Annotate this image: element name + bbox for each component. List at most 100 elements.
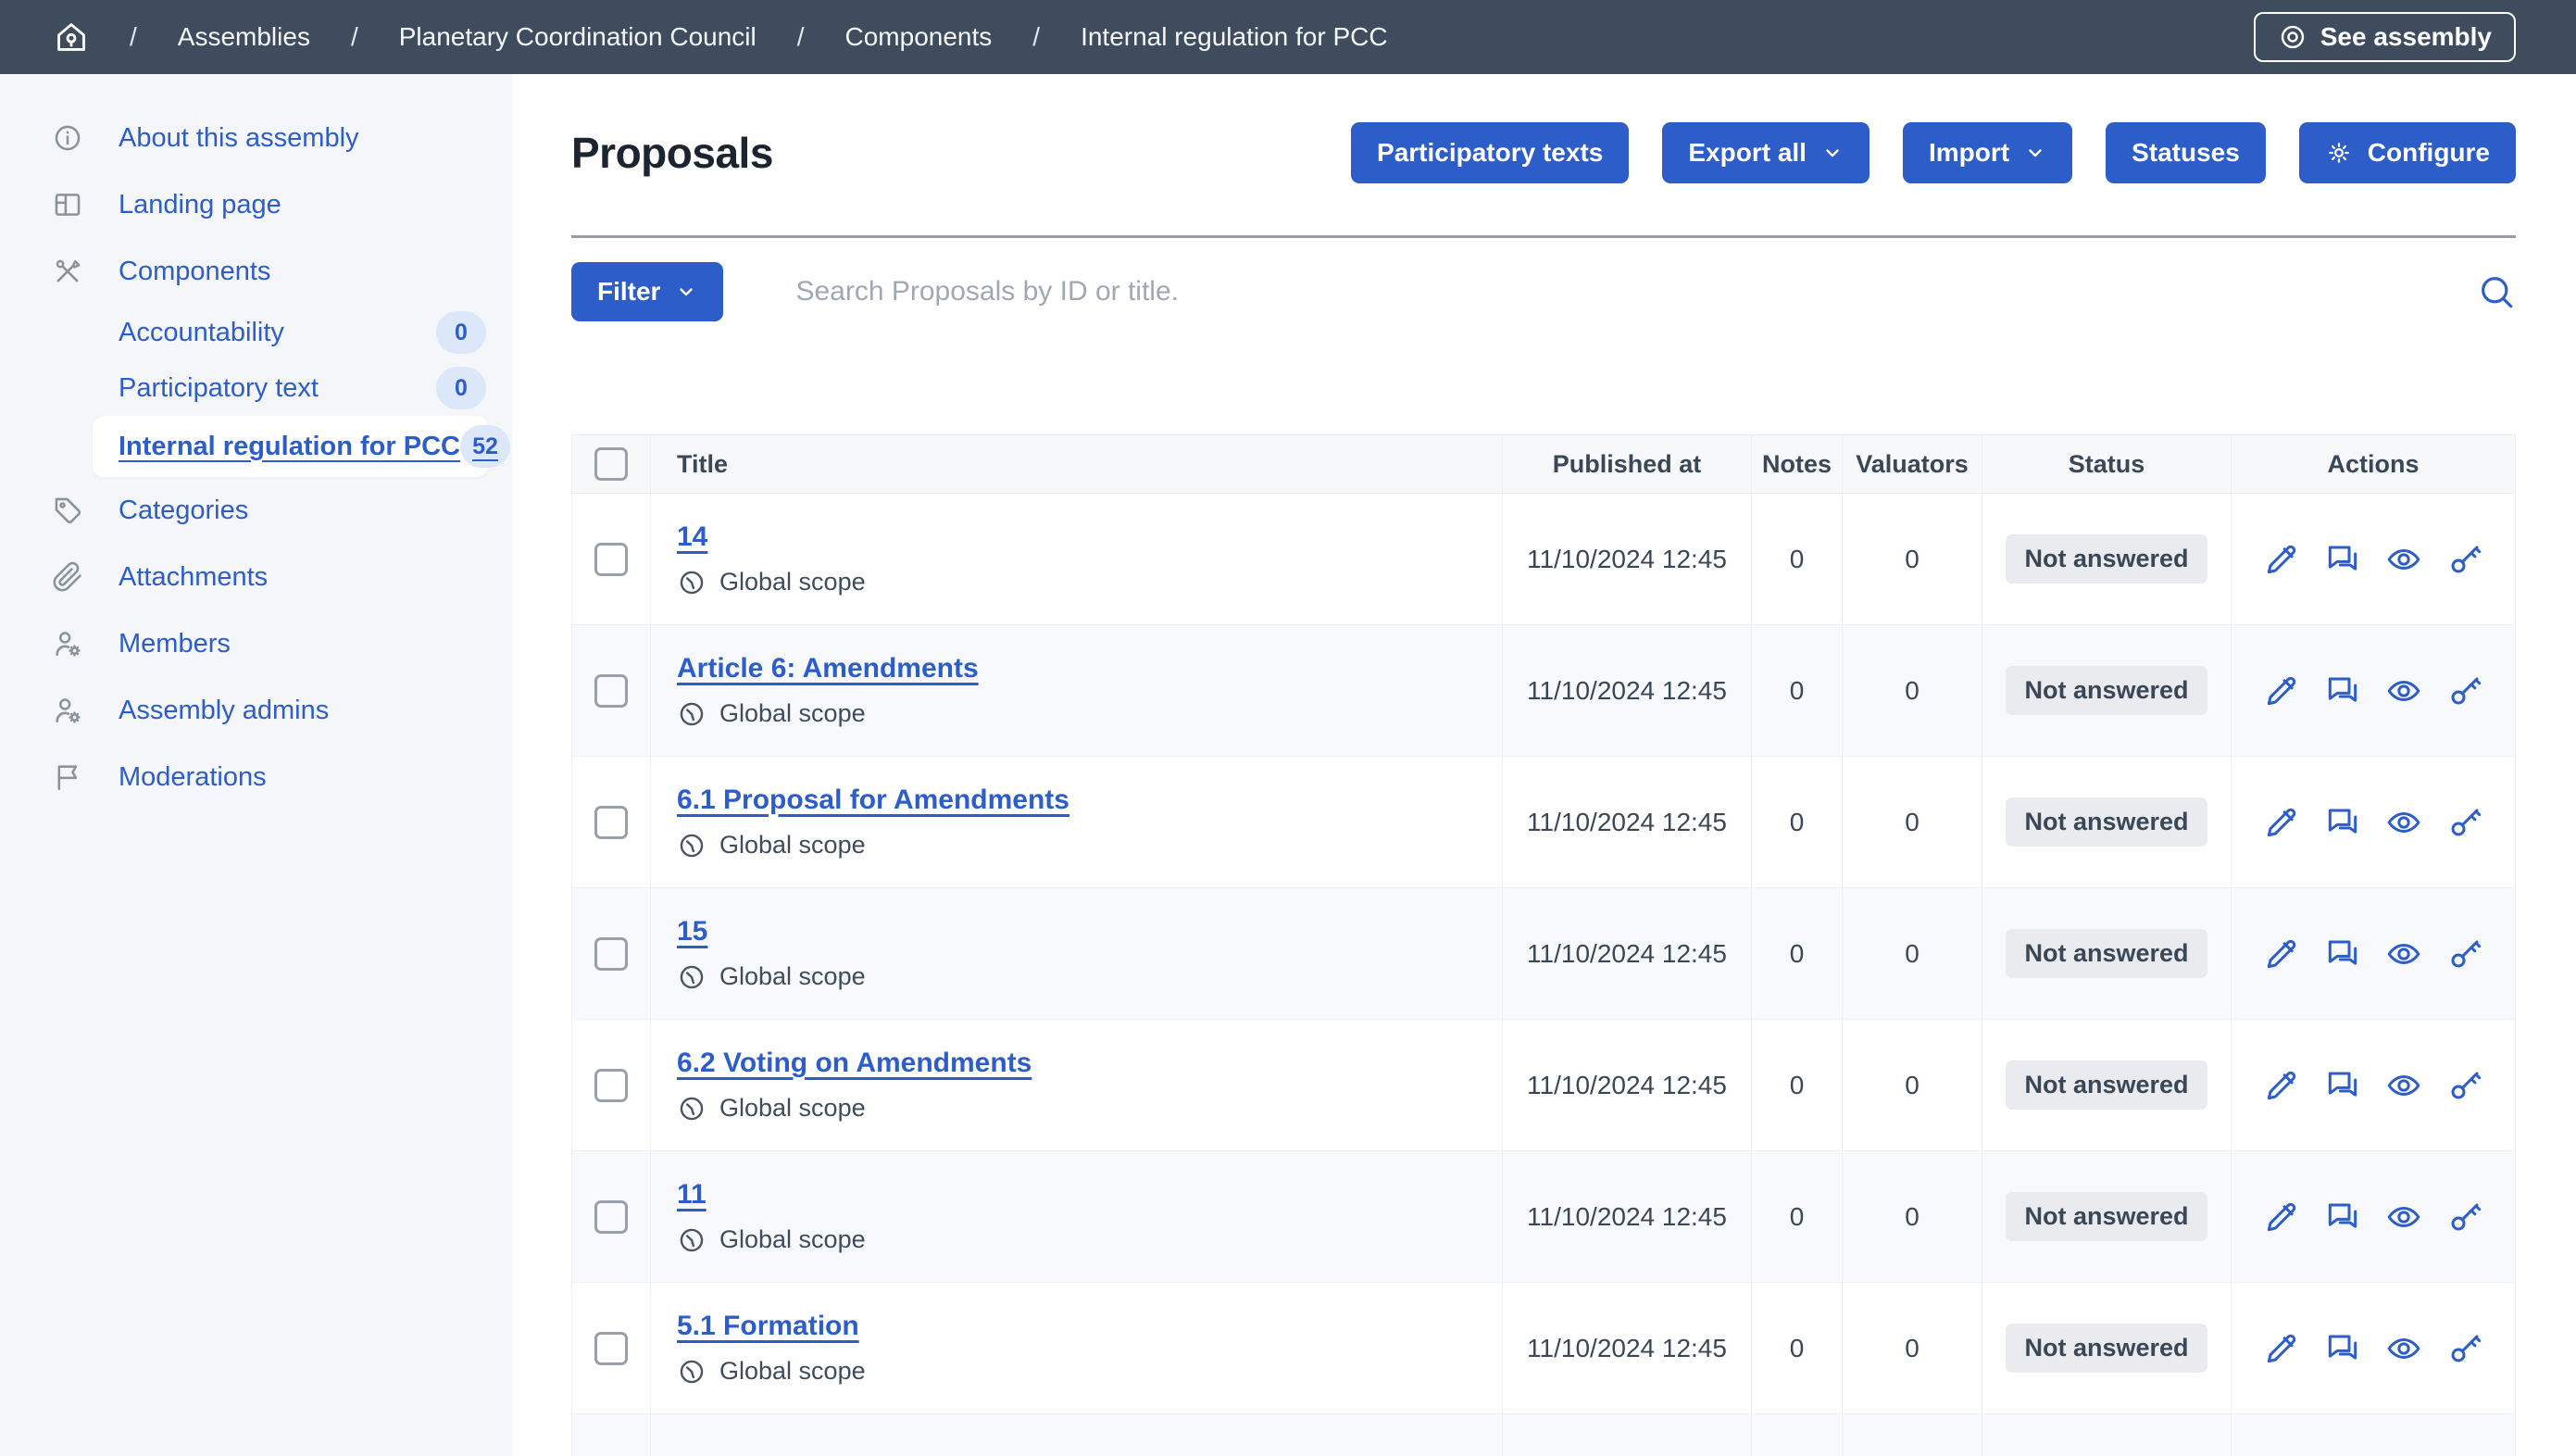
row-checkbox[interactable] <box>594 674 628 708</box>
row-checkbox[interactable] <box>594 1332 628 1365</box>
permissions-icon[interactable] <box>2446 1067 2483 1104</box>
permissions-icon[interactable] <box>2446 1330 2483 1367</box>
sidebar-item-accountability[interactable]: Accountability 0 <box>0 305 512 360</box>
preview-icon[interactable] <box>2385 1330 2422 1367</box>
row-checkbox[interactable] <box>594 806 628 839</box>
sidebar: About this assembly Landing page Compone… <box>0 74 512 1456</box>
see-assembly-button[interactable]: See assembly <box>2254 12 2516 62</box>
proposal-title-link[interactable]: 14 <box>677 521 707 553</box>
scope-label: Global scope <box>719 1225 866 1254</box>
eye-concentric-icon <box>2278 22 2307 52</box>
answer-icon[interactable] <box>2324 1067 2361 1104</box>
breadcrumb-planetary-coordination-council[interactable]: Planetary Coordination Council <box>399 22 757 52</box>
published-at-value: 11/10/2024 12:45 <box>1502 625 1751 756</box>
valuators-count: 0 <box>1842 757 1982 887</box>
table-row: 5.1 Formation Global scope 11/10/2024 12… <box>572 1283 2515 1414</box>
edit-icon[interactable] <box>2263 804 2300 841</box>
breadcrumb-components[interactable]: Components <box>845 22 993 52</box>
edit-icon[interactable] <box>2263 1330 2300 1367</box>
row-checkbox[interactable] <box>594 1069 628 1102</box>
proposals-table: TitlePublished atNotesValuatorsStatusAct… <box>571 434 2516 1456</box>
preview-icon[interactable] <box>2385 672 2422 709</box>
preview-icon[interactable] <box>2385 804 2422 841</box>
sidebar-item-about-this-assembly[interactable]: About this assembly <box>0 105 512 171</box>
proposal-title-link[interactable]: 5.1 Formation <box>677 1311 859 1342</box>
notes-count: 0 <box>1751 888 1842 1019</box>
preview-icon[interactable] <box>2385 1067 2422 1104</box>
permissions-icon[interactable] <box>2446 1199 2483 1236</box>
valuators-count <box>1842 1414 1982 1456</box>
notes-count <box>1751 1414 1842 1456</box>
answer-icon[interactable] <box>2324 1330 2361 1367</box>
breadcrumb-separator: / <box>351 22 358 52</box>
select-all-checkbox[interactable] <box>594 447 628 481</box>
row-checkbox[interactable] <box>594 543 628 576</box>
sidebar-nav: About this assembly Landing page Compone… <box>0 105 512 810</box>
answer-icon[interactable] <box>2324 804 2361 841</box>
sidebar-item-landing-page[interactable]: Landing page <box>0 171 512 238</box>
table-row: 14 Global scope 11/10/2024 12:45 0 0 Not… <box>572 494 2515 625</box>
page-header: Proposals Participatory texts Export all… <box>571 122 2516 183</box>
row-checkbox[interactable] <box>594 1200 628 1234</box>
sidebar-item-count-badge: 0 <box>436 311 486 354</box>
row-actions <box>2231 1283 2515 1413</box>
answer-icon[interactable] <box>2324 1199 2361 1236</box>
preview-icon[interactable] <box>2385 1199 2422 1236</box>
permissions-icon[interactable] <box>2446 804 2483 841</box>
home-icon[interactable] <box>54 19 89 55</box>
proposal-scope: Global scope <box>677 831 866 860</box>
export-all-button[interactable]: Export all <box>1662 122 1869 183</box>
paperclip-icon <box>52 561 83 593</box>
sidebar-item-internal-regulation-for-pcc[interactable]: Internal regulation for PCC 52 <box>93 416 488 477</box>
sidebar-item-label: About this assembly <box>119 123 486 154</box>
notes-count: 0 <box>1751 625 1842 756</box>
see-assembly-label: See assembly <box>2320 22 2492 52</box>
search-input[interactable] <box>723 276 2460 308</box>
edit-icon[interactable] <box>2263 541 2300 578</box>
edit-icon[interactable] <box>2263 1199 2300 1236</box>
topbar: /Assemblies/Planetary Coordination Counc… <box>0 0 2576 74</box>
sidebar-item-attachments[interactable]: Attachments <box>0 544 512 610</box>
permissions-icon[interactable] <box>2446 672 2483 709</box>
sidebar-item-participatory-text[interactable]: Participatory text 0 <box>0 360 512 416</box>
proposal-title-link[interactable]: Article 6: Amendments <box>677 653 979 684</box>
notes-count: 0 <box>1751 757 1842 887</box>
answer-icon[interactable] <box>2324 672 2361 709</box>
filter-button[interactable]: Filter <box>571 262 723 321</box>
row-checkbox[interactable] <box>594 937 628 971</box>
import-button[interactable]: Import <box>1903 122 2072 183</box>
sidebar-item-label: Attachments <box>119 562 486 593</box>
permissions-icon[interactable] <box>2446 541 2483 578</box>
preview-icon[interactable] <box>2385 935 2422 973</box>
edit-icon[interactable] <box>2263 935 2300 973</box>
proposal-title-link[interactable]: 6.1 Proposal for Amendments <box>677 784 1069 816</box>
sidebar-item-assembly-admins[interactable]: Assembly admins <box>0 677 512 744</box>
toolbar-button-label: Export all <box>1688 138 1807 168</box>
toolbar-button-label: Participatory texts <box>1377 138 1603 168</box>
permissions-icon[interactable] <box>2446 935 2483 973</box>
proposal-title-link[interactable]: 11 <box>677 1179 707 1211</box>
search-icon[interactable] <box>2477 272 2516 311</box>
proposal-title-link[interactable]: 6.2 Voting on Amendments <box>677 1048 1032 1079</box>
participatory-texts-button[interactable]: Participatory texts <box>1351 122 1629 183</box>
answer-icon[interactable] <box>2324 935 2361 973</box>
table-row: 11 Global scope 11/10/2024 12:45 0 0 Not… <box>572 1151 2515 1283</box>
column-header-published-at: Published at <box>1502 435 1751 493</box>
sidebar-item-members[interactable]: Members <box>0 610 512 677</box>
sidebar-item-components[interactable]: Components <box>0 238 512 305</box>
answer-icon[interactable] <box>2324 541 2361 578</box>
configure-button[interactable]: Configure <box>2299 122 2516 183</box>
scope-icon <box>677 831 707 860</box>
table-row: Article 6: Amendments Global scope 11/10… <box>572 625 2515 757</box>
statuses-button[interactable]: Statuses <box>2106 122 2266 183</box>
preview-icon[interactable] <box>2385 541 2422 578</box>
edit-icon[interactable] <box>2263 1067 2300 1104</box>
breadcrumb-assemblies[interactable]: Assemblies <box>178 22 310 52</box>
sidebar-item-moderations[interactable]: Moderations <box>0 744 512 810</box>
gear-icon <box>2325 139 2353 167</box>
proposal-title-link[interactable]: 15 <box>677 916 707 948</box>
column-header-valuators: Valuators <box>1842 435 1982 493</box>
sidebar-item-categories[interactable]: Categories <box>0 477 512 544</box>
scope-icon <box>677 1094 707 1123</box>
edit-icon[interactable] <box>2263 672 2300 709</box>
